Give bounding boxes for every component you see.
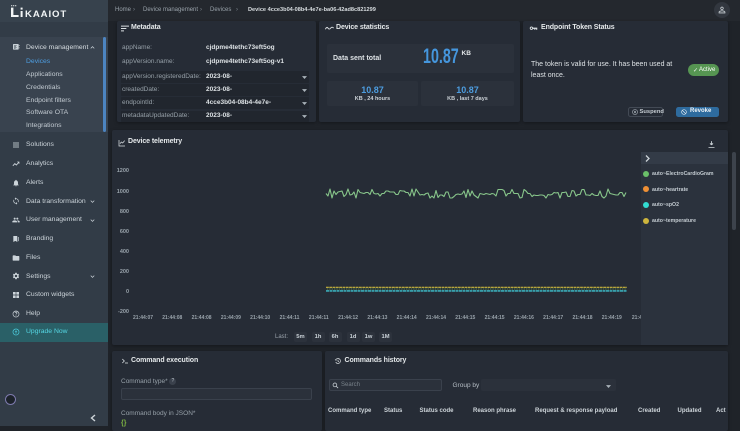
svg-text:KAAIOT: KAAIOT (25, 9, 67, 20)
